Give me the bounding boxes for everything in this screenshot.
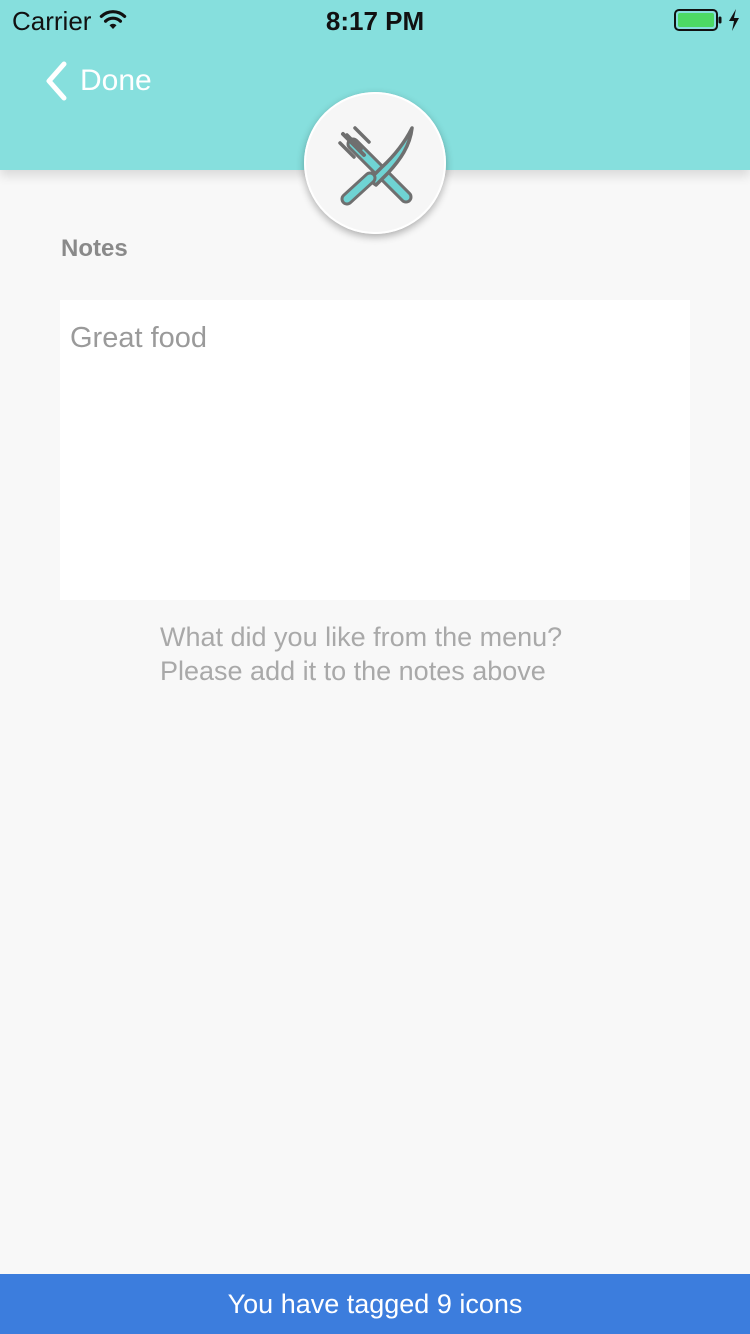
notes-hint: What did you like from the menu? Please …: [160, 620, 640, 688]
notes-hint-line-2: Please add it to the notes above: [160, 656, 546, 686]
status-bar: Carrier 8:17 PM: [0, 0, 750, 40]
fork-knife-icon: [338, 126, 414, 206]
notes-textarea[interactable]: Great food: [60, 300, 690, 600]
category-badge[interactable]: [304, 92, 446, 234]
done-label: Done: [80, 64, 152, 97]
notes-hint-line-1: What did you like from the menu?: [160, 622, 563, 652]
done-back-button[interactable]: Done: [42, 58, 152, 104]
lightning-icon: [729, 9, 739, 31]
status-time: 8:17 PM: [325, 6, 425, 36]
battery-icon: [674, 9, 722, 31]
tag-count-banner: You have tagged 9 icons: [0, 1274, 750, 1334]
notes-section-label: Notes: [61, 235, 128, 262]
chevron-left-icon: [46, 61, 67, 101]
tag-count-message: You have tagged 9 icons: [227, 1289, 523, 1319]
